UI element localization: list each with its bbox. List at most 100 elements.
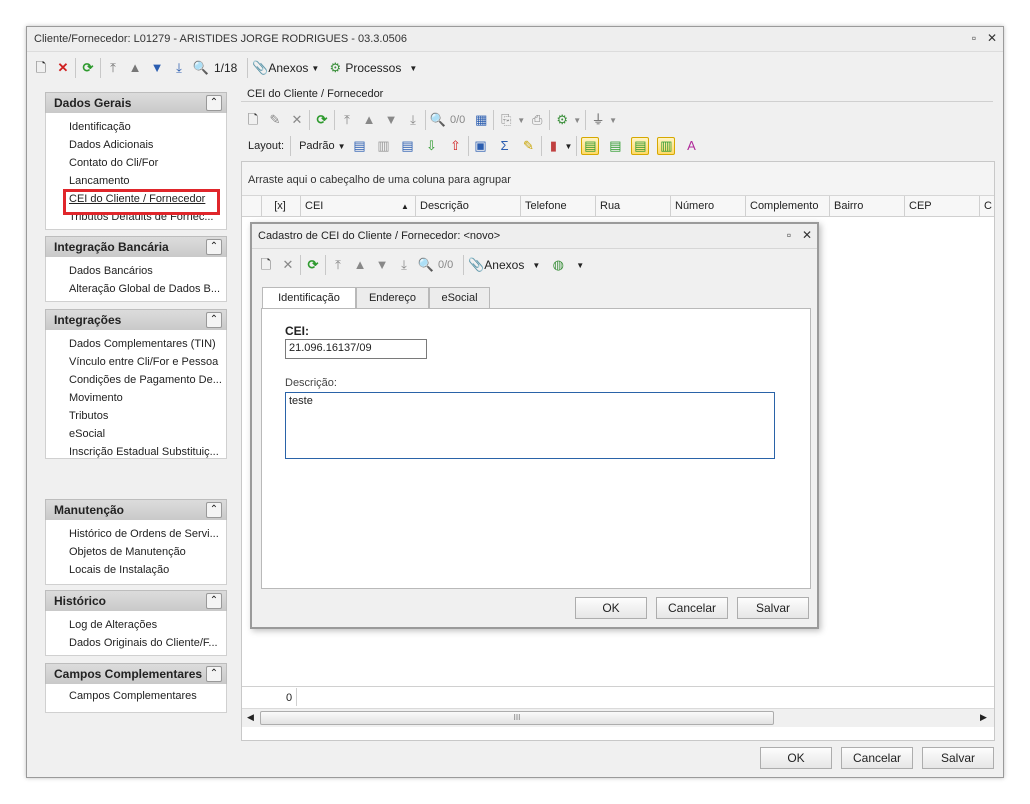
scroll-left-icon[interactable]: ◀: [247, 712, 254, 723]
restore-icon[interactable]: ▫: [967, 31, 981, 45]
delete-icon[interactable]: ✕: [289, 112, 305, 128]
new-icon[interactable]: 🗋: [33, 60, 49, 76]
chevron-down-icon[interactable]: ▼: [573, 116, 581, 125]
sidebar-item-movimento[interactable]: Movimento: [69, 392, 221, 404]
refresh-icon[interactable]: ⟳: [305, 257, 321, 273]
sidebar-item-dados-adicionais[interactable]: Dados Adicionais: [69, 139, 221, 151]
last-record-icon[interactable]: ⤓: [396, 257, 412, 273]
delete-icon[interactable]: ✕: [280, 257, 296, 273]
descricao-textarea[interactable]: teste: [285, 392, 775, 459]
footer-toggle-icon[interactable]: ▤: [631, 137, 650, 155]
next-record-icon[interactable]: ▼: [149, 60, 165, 76]
export-icon[interactable]: ⇧: [448, 138, 464, 154]
processes-menu[interactable]: Processos: [345, 61, 401, 75]
sidebar-item-vinculo[interactable]: Vínculo entre Cli/For e Pessoa: [69, 356, 221, 368]
sidebar-item-log[interactable]: Log de Alterações: [69, 619, 221, 631]
sidebar-item-condicoes[interactable]: Condições de Pagamento De...: [69, 374, 221, 386]
sidebar-item-inscricao[interactable]: Inscrição Estadual Substituiç...: [69, 446, 221, 458]
column-complemento[interactable]: Complemento: [745, 196, 826, 216]
next-record-icon[interactable]: ▼: [374, 257, 390, 273]
dialog-ok-button[interactable]: OK: [575, 597, 647, 619]
column-descricao[interactable]: Descrição: [415, 196, 517, 216]
column-cei[interactable]: CEI: [300, 196, 410, 216]
first-record-icon[interactable]: ⤒: [339, 112, 355, 128]
edit-layout-icon[interactable]: ✎: [521, 138, 537, 154]
new-icon[interactable]: 🗋: [258, 257, 274, 273]
panel-header-manutencao[interactable]: Manutenção ⌃: [45, 499, 227, 521]
layout-delete-icon[interactable]: ▥: [376, 138, 392, 154]
chevron-down-icon[interactable]: ▼: [609, 116, 617, 125]
grid-view-icon[interactable]: ▦: [473, 112, 489, 128]
sidebar-item-tributos[interactable]: Tributos: [69, 410, 221, 422]
binoculars-icon[interactable]: 🔍: [193, 60, 209, 76]
cei-input[interactable]: 21.096.16137/09: [285, 339, 427, 359]
sum-icon[interactable]: Σ: [497, 138, 513, 154]
first-record-icon[interactable]: ⤒: [330, 257, 346, 273]
paperclip-icon[interactable]: 📎: [252, 60, 268, 76]
chevron-down-icon[interactable]: ▼: [565, 142, 573, 151]
previous-record-icon[interactable]: ▲: [361, 112, 377, 128]
attachments-menu[interactable]: Anexos: [268, 61, 308, 75]
next-record-icon[interactable]: ▼: [383, 112, 399, 128]
layout-save-icon[interactable]: ▤: [352, 138, 368, 154]
panel-header-dados-gerais[interactable]: Dados Gerais ⌃: [45, 92, 227, 114]
layout-list-icon[interactable]: ▤: [400, 138, 416, 154]
edit-icon[interactable]: ✎: [267, 112, 283, 128]
format-icon[interactable]: A: [683, 138, 699, 154]
sidebar-item-tin[interactable]: Dados Complementares (TIN): [69, 338, 221, 350]
chevron-down-icon[interactable]: ▼: [576, 261, 584, 270]
copy-icon[interactable]: ⎘: [498, 112, 514, 128]
column-c[interactable]: C: [979, 196, 994, 216]
auto-filter-icon[interactable]: ▥: [657, 137, 676, 155]
dialog-cancel-button[interactable]: Cancelar: [656, 597, 728, 619]
processes-icon[interactable]: ⚙: [327, 60, 343, 76]
last-record-icon[interactable]: ⤓: [171, 60, 187, 76]
chart-icon[interactable]: ▮: [546, 138, 562, 154]
chevron-down-icon[interactable]: ▼: [409, 64, 417, 73]
chevron-down-icon[interactable]: ▼: [311, 64, 319, 73]
import-icon[interactable]: ⇩: [424, 138, 440, 154]
chevron-down-icon[interactable]: ▼: [338, 142, 346, 151]
ok-button[interactable]: OK: [760, 747, 832, 769]
sidebar-item-dados-bancarios[interactable]: Dados Bancários: [69, 265, 221, 277]
restore-icon[interactable]: ▫: [782, 228, 796, 242]
column-select-all[interactable]: [x]: [261, 196, 298, 216]
sidebar-item-identificacao[interactable]: Identificação: [69, 121, 221, 133]
paperclip-icon[interactable]: 📎: [468, 257, 484, 273]
layout-select[interactable]: Padrão: [299, 140, 334, 152]
panel-header-historico[interactable]: Histórico ⌃: [45, 590, 227, 612]
scroll-thumb[interactable]: III: [260, 711, 774, 725]
dialog-attachments-menu[interactable]: Anexos: [484, 258, 524, 272]
column-bairro[interactable]: Bairro: [829, 196, 900, 216]
column-cep[interactable]: CEP: [904, 196, 975, 216]
scroll-right-icon[interactable]: ▶: [980, 712, 987, 723]
dialog-save-button[interactable]: Salvar: [737, 597, 809, 619]
previous-record-icon[interactable]: ▲: [127, 60, 143, 76]
processes-icon[interactable]: ⚙: [554, 112, 570, 128]
column-telefone[interactable]: Telefone: [520, 196, 591, 216]
binoculars-icon[interactable]: 🔍: [430, 112, 446, 128]
sidebar-item-esocial[interactable]: eSocial: [69, 428, 221, 440]
previous-record-icon[interactable]: ▲: [352, 257, 368, 273]
save-button[interactable]: Salvar: [922, 747, 994, 769]
column-rua[interactable]: Rua: [595, 196, 666, 216]
last-record-icon[interactable]: ⤓: [405, 112, 421, 128]
sidebar-item-campos-complementares[interactable]: Campos Complementares: [69, 690, 221, 702]
refresh-icon[interactable]: ⟳: [80, 60, 96, 76]
sidebar-item-lancamento[interactable]: Lancamento: [69, 175, 221, 187]
delete-icon[interactable]: ✕: [55, 60, 71, 76]
column-numero[interactable]: Número: [670, 196, 741, 216]
sidebar-item-contato[interactable]: Contato do Cli/For: [69, 157, 221, 169]
close-icon[interactable]: ✕: [800, 228, 814, 242]
chevron-down-icon[interactable]: ▼: [517, 116, 525, 125]
sidebar-item-alteracao-global[interactable]: Alteração Global de Dados B...: [69, 283, 221, 295]
globe-icon[interactable]: ◍: [550, 257, 566, 273]
binoculars-icon[interactable]: 🔍: [418, 257, 434, 273]
group-panel-toggle-icon[interactable]: ▤: [581, 137, 600, 155]
first-record-icon[interactable]: ⤒: [105, 60, 121, 76]
columns-icon[interactable]: ▣: [473, 138, 489, 154]
filter-icon[interactable]: ⏚: [590, 112, 606, 128]
filter-row-icon[interactable]: ▤: [607, 138, 623, 154]
chevron-down-icon[interactable]: ▼: [532, 261, 540, 270]
tab-identificacao[interactable]: Identificação: [262, 287, 356, 309]
